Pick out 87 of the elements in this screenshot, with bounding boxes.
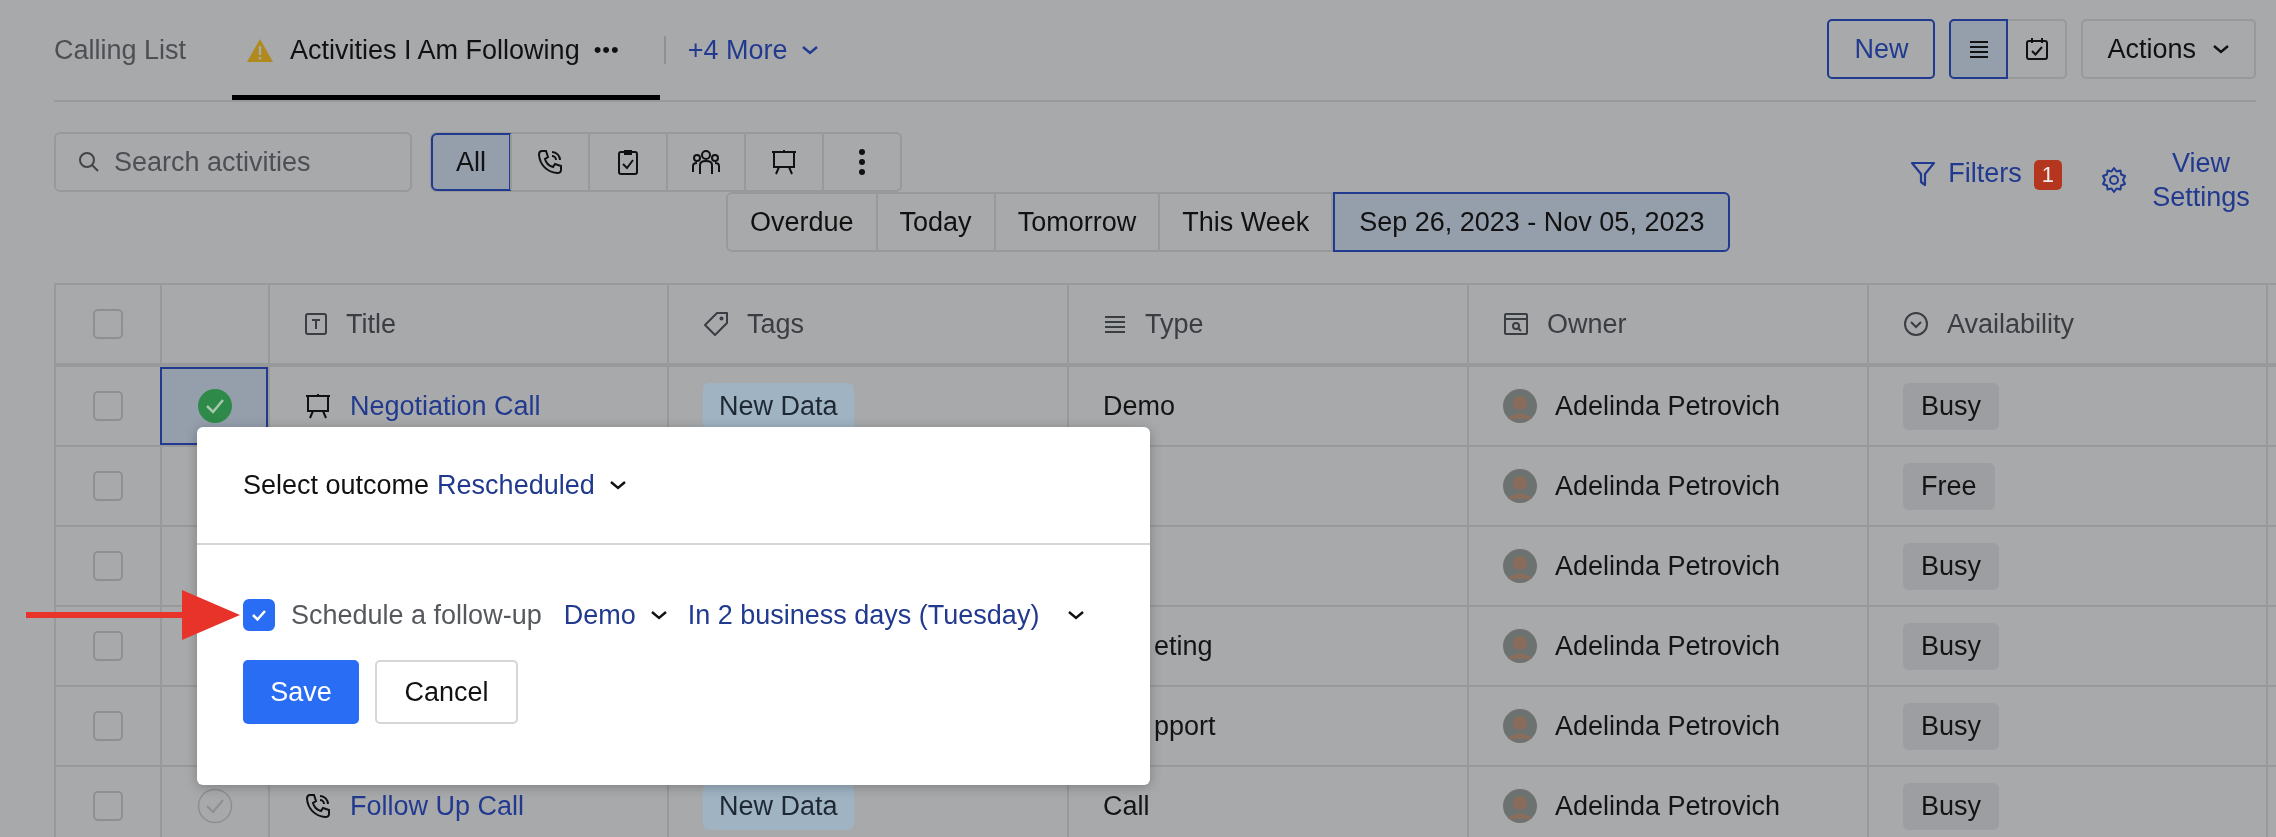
tag-icon: [703, 311, 729, 337]
search-field[interactable]: Search activities: [54, 132, 412, 192]
tag: New Data: [703, 382, 854, 430]
more-tabs-link[interactable]: +4 More: [687, 34, 820, 66]
filters-button[interactable]: Filters: [1910, 158, 2022, 189]
type-text: eting: [1154, 630, 1213, 662]
column-header[interactable]: Tags: [747, 308, 805, 340]
availability-tag: Busy: [1903, 782, 2000, 830]
avatar: [1503, 389, 1537, 423]
date-filter-button[interactable]: Tomorrow: [995, 192, 1161, 252]
follow-up-date-dropdown[interactable]: In 2 business days (Tuesday): [687, 599, 1086, 631]
tag: New Data: [703, 782, 854, 830]
column-header[interactable]: Owner: [1547, 308, 1627, 340]
chevron-down-icon: [649, 609, 668, 621]
date-filter-button[interactable]: This Week: [1160, 192, 1334, 252]
availability-tag: Busy: [1903, 622, 2000, 670]
list-icon: [1103, 314, 1127, 334]
date-filter-button[interactable]: Overdue: [726, 192, 878, 252]
view-settings-button[interactable]: View Settings: [2100, 146, 2256, 214]
outcome-label: Select outcome: [243, 469, 430, 501]
row-checkbox[interactable]: [93, 471, 123, 501]
cancel-button[interactable]: Cancel: [375, 660, 518, 724]
more-options[interactable]: •••: [593, 37, 634, 63]
row-checkbox[interactable]: [93, 711, 123, 741]
text-field-icon: [304, 312, 328, 336]
list-view-button[interactable]: [1949, 19, 2009, 79]
more-icon: [858, 148, 866, 176]
follow-up-type-dropdown[interactable]: Demo: [563, 599, 668, 631]
settings-icon: [2100, 166, 2128, 194]
avatar: [1503, 469, 1537, 503]
owner-name: Adelinda Petrovich: [1555, 790, 1781, 822]
outcome-dropdown[interactable]: Rescheduled: [437, 469, 627, 501]
availability-tag: Busy: [1903, 542, 2000, 590]
activity-title-link[interactable]: Negotiation Call: [350, 390, 541, 422]
avatar: [1503, 789, 1537, 823]
owner-name: Adelinda Petrovich: [1555, 550, 1781, 582]
window-search-icon: [1503, 312, 1529, 336]
avatar: [1503, 629, 1537, 663]
select-all-checkbox[interactable]: [93, 309, 123, 339]
row-checkbox[interactable]: [93, 791, 123, 821]
check-circle-icon[interactable]: [197, 788, 233, 824]
date-filter-button[interactable]: Today: [877, 192, 996, 252]
owner-name: Adelinda Petrovich: [1555, 390, 1781, 422]
chevron-circle-icon: [1903, 311, 1929, 337]
owner-name: Adelinda Petrovich: [1555, 470, 1781, 502]
actions-button[interactable]: Actions: [2081, 19, 2256, 79]
type-text: pport: [1154, 710, 1216, 742]
type-text: Call: [1103, 790, 1150, 822]
people-icon: [691, 148, 721, 176]
owner-name: Adelinda Petrovich: [1555, 710, 1781, 742]
type-text: Demo: [1103, 390, 1176, 422]
filter-count-badge: 1: [2033, 160, 2062, 190]
completed-check-icon[interactable]: [197, 388, 233, 424]
search-icon: [78, 151, 100, 173]
owner-name: Adelinda Petrovich: [1555, 630, 1781, 662]
chevron-down-icon: [1067, 609, 1086, 621]
new-button[interactable]: New: [1827, 19, 1936, 79]
availability-tag: Busy: [1903, 382, 2000, 430]
calendar-check-icon: [2024, 37, 2049, 61]
avatar: [1503, 709, 1537, 743]
phone-icon: [304, 792, 332, 820]
avatar: [1503, 549, 1537, 583]
funnel-icon: [1910, 159, 1937, 188]
row-checkbox[interactable]: [93, 631, 123, 661]
all-filter-button[interactable]: All: [432, 134, 510, 190]
row-checkbox[interactable]: [93, 551, 123, 581]
presentation-board-icon: [770, 148, 798, 176]
chevron-down-icon: [608, 479, 627, 491]
phone-icon: [536, 148, 564, 176]
follow-up-checkbox[interactable]: [243, 599, 275, 631]
date-filter-button[interactable]: Sep 26, 2023 - Nov 05, 2023: [1333, 192, 1731, 252]
chevron-down-icon: [801, 44, 820, 56]
column-header[interactable]: Type: [1145, 308, 1204, 340]
presentation-board-icon: [304, 392, 332, 420]
column-header[interactable]: Title: [346, 308, 396, 340]
list-icon: [1967, 39, 1990, 59]
availability-tag: Busy: [1903, 702, 2000, 750]
clipboard-check-icon: [616, 148, 640, 176]
follow-up-label: Schedule a follow-up: [291, 599, 542, 631]
calendar-view-button[interactable]: [2008, 19, 2068, 79]
chevron-down-icon: [2212, 43, 2230, 55]
tab[interactable]: Calling List: [54, 0, 201, 100]
row-checkbox[interactable]: [93, 391, 123, 421]
column-header[interactable]: Availability: [1947, 308, 2075, 340]
save-button[interactable]: Save: [243, 660, 359, 724]
activity-title-link[interactable]: Follow Up Call: [350, 790, 525, 822]
availability-tag: Free: [1903, 462, 1995, 510]
